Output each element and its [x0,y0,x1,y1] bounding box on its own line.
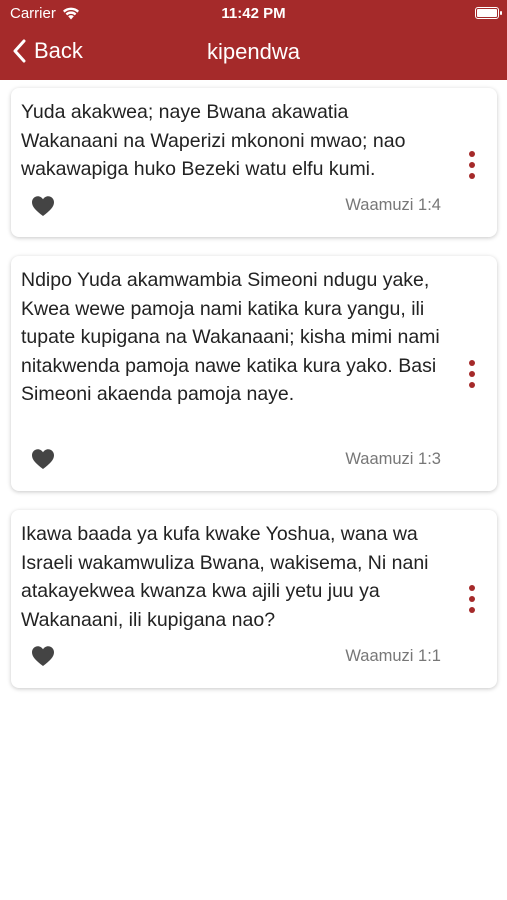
status-time: 11:42 PM [221,5,286,22]
app-header: Carrier 11:42 PM Back kipendwa [0,0,507,80]
page-title: kipendwa [207,39,300,64]
verse-text: Ndipo Yuda akamwambia Simeoni ndugu yake… [21,269,440,405]
status-bar: Carrier 11:42 PM [0,0,507,28]
heart-icon[interactable] [31,448,55,470]
navigation-bar: Back kipendwa [0,28,507,80]
verse-card[interactable]: Ikawa baada ya kufa kwake Yoshua, wana w… [11,510,497,688]
verse-reference: Waamuzi 1:3 [345,450,441,468]
more-options-icon[interactable] [467,585,477,613]
verse-text: Ikawa baada ya kufa kwake Yoshua, wana w… [21,523,429,631]
heart-icon[interactable] [31,195,55,217]
verse-reference: Waamuzi 1:4 [345,196,441,214]
battery-icon [475,7,502,19]
verse-card[interactable]: Ndipo Yuda akamwambia Simeoni ndugu yake… [11,256,497,491]
verse-reference: Waamuzi 1:1 [345,647,441,665]
heart-icon[interactable] [31,645,55,667]
verse-card[interactable]: Yuda akakwea; naye Bwana akawatia Wakana… [11,88,497,237]
more-options-icon[interactable] [467,151,477,179]
verse-text: Yuda akakwea; naye Bwana akawatia Wakana… [21,101,406,180]
more-options-icon[interactable] [467,360,477,388]
